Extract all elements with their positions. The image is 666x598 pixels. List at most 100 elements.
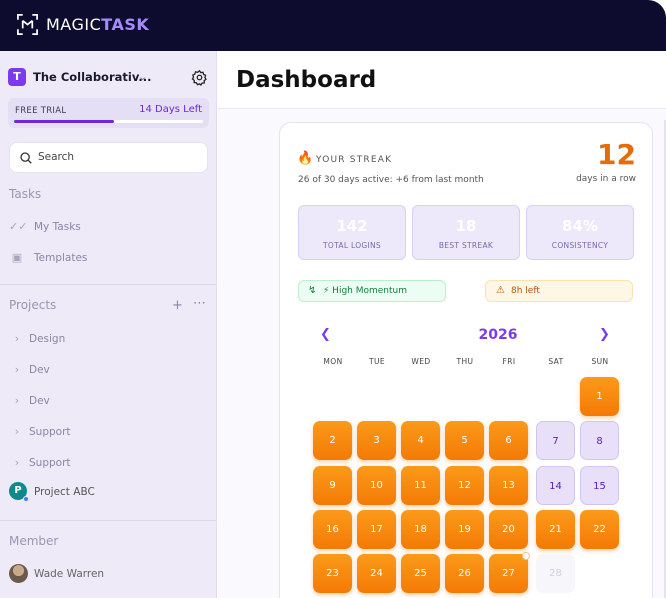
calendar-day[interactable]: 14 bbox=[536, 466, 575, 505]
calendar-day[interactable]: 18 bbox=[401, 510, 440, 549]
calendar-day[interactable]: 17 bbox=[357, 510, 396, 549]
calendar-day[interactable]: 27 bbox=[489, 554, 528, 593]
workspace-avatar: T bbox=[8, 68, 26, 86]
calendar-day[interactable]: 22 bbox=[580, 510, 619, 549]
weekday-label: FRI bbox=[502, 357, 516, 366]
chevron-right-icon: › bbox=[14, 363, 20, 376]
calendar-year: 2026 bbox=[478, 327, 518, 343]
top-bar: MAGICTASK bbox=[0, 0, 666, 51]
warning-icon: ⚠ bbox=[496, 285, 505, 296]
calendar-day[interactable]: 1 bbox=[580, 377, 619, 416]
project-item[interactable]: › Support bbox=[9, 455, 129, 473]
calendar-day[interactable]: 6 bbox=[489, 421, 528, 460]
sidebar-item-templates[interactable]: ▣ Templates bbox=[9, 250, 129, 268]
calendar-day[interactable]: 12 bbox=[445, 466, 484, 505]
calendar-day[interactable]: 21 bbox=[536, 510, 575, 549]
calendar-day[interactable]: 20 bbox=[489, 510, 528, 549]
calendar-day[interactable]: 3 bbox=[357, 421, 396, 460]
weekday-label: SUN bbox=[591, 357, 609, 366]
add-project-icon[interactable]: + bbox=[172, 298, 183, 313]
page-title: Dashboard bbox=[236, 67, 377, 93]
today-indicator bbox=[522, 552, 530, 560]
logo-text: MAGICTASK bbox=[46, 15, 150, 34]
calendar-day[interactable]: 28 bbox=[536, 554, 575, 593]
chevron-right-icon: › bbox=[14, 456, 20, 469]
stat-label: TOTAL LOGINS bbox=[323, 241, 381, 250]
fire-icon: 🔥 bbox=[297, 151, 314, 166]
calendar-day[interactable]: 25 bbox=[401, 554, 440, 593]
tasks-heading: Tasks bbox=[9, 187, 42, 201]
stat-value: 84% bbox=[562, 217, 598, 235]
weekday-label: SAT bbox=[548, 357, 564, 366]
project-item[interactable]: › Design bbox=[9, 331, 129, 349]
project-item[interactable]: › Dev bbox=[9, 393, 129, 411]
trial-days-left: 14 Days Left bbox=[139, 104, 202, 115]
project-item[interactable]: › Dev bbox=[9, 362, 129, 380]
sidebar-divider bbox=[0, 284, 217, 285]
project-item[interactable]: › Support bbox=[9, 424, 129, 442]
high-momentum-badge: ↯ ⚡ High Momentum bbox=[298, 280, 446, 302]
gear-icon[interactable] bbox=[191, 69, 208, 86]
streak-title: YOUR STREAK bbox=[316, 155, 393, 165]
trial-progress-bar bbox=[14, 120, 203, 123]
search-box[interactable] bbox=[9, 142, 208, 173]
calendar-day[interactable]: 15 bbox=[580, 466, 619, 505]
sidebar-divider bbox=[0, 520, 217, 521]
chevron-right-icon: › bbox=[14, 394, 20, 407]
template-icon: ▣ bbox=[11, 251, 23, 264]
member-heading: Member bbox=[9, 534, 59, 548]
calendar-day[interactable]: 24 bbox=[357, 554, 396, 593]
member-item[interactable]: Wade Warren bbox=[34, 566, 154, 584]
weekday-label: THU bbox=[456, 357, 474, 366]
calendar-day[interactable]: 26 bbox=[445, 554, 484, 593]
streak-subtitle: 26 of 30 days active: +6 from last month bbox=[298, 175, 484, 185]
sidebar-item-project-abc[interactable]: Project ABC bbox=[34, 484, 154, 502]
bolt-icon: ↯ bbox=[308, 285, 317, 296]
avatar bbox=[9, 564, 28, 583]
calendar-day[interactable]: 23 bbox=[313, 554, 352, 593]
calendar-day[interactable]: 13 bbox=[489, 466, 528, 505]
status-dot bbox=[23, 496, 29, 502]
stat-best-streak: 18 BEST STREAK bbox=[412, 205, 520, 260]
free-trial-banner[interactable]: FREE TRIAL 14 Days Left bbox=[8, 98, 209, 128]
calendar-day[interactable]: 7 bbox=[536, 421, 575, 460]
weekday-label: TUE bbox=[368, 357, 385, 366]
weekday-label: WED bbox=[411, 357, 431, 366]
trial-label: FREE TRIAL bbox=[15, 106, 67, 116]
chevron-right-icon: › bbox=[14, 332, 20, 345]
sidebar bbox=[0, 51, 217, 598]
stat-value: 142 bbox=[336, 217, 368, 235]
projects-heading: Projects bbox=[9, 298, 57, 312]
calendar-day[interactable]: 8 bbox=[580, 421, 619, 460]
search-icon bbox=[20, 152, 32, 164]
calendar-day[interactable]: 2 bbox=[313, 421, 352, 460]
streak-unit: days in a row bbox=[576, 174, 636, 184]
stat-label: BEST STREAK bbox=[438, 241, 494, 250]
search-input[interactable] bbox=[38, 151, 198, 163]
workspace-switcher[interactable]: T The Collaborativ... ⌄ bbox=[8, 68, 213, 90]
calendar-day[interactable]: 19 bbox=[445, 510, 484, 549]
time-left-badge: ⚠ 8h left bbox=[485, 280, 633, 302]
streak-count: 12 bbox=[597, 138, 636, 171]
check-icon: ✓✓ bbox=[9, 220, 28, 233]
weekday-label: MON bbox=[323, 357, 343, 366]
stat-total-logins: 142 TOTAL LOGINS bbox=[298, 205, 406, 260]
logo-icon bbox=[17, 14, 38, 35]
calendar-day[interactable]: 9 bbox=[313, 466, 352, 505]
calendar-day[interactable]: 4 bbox=[401, 421, 440, 460]
stat-value: 18 bbox=[455, 217, 477, 235]
chevron-down-icon[interactable]: ⌄ bbox=[138, 70, 147, 83]
chevron-right-icon[interactable]: ❯ bbox=[599, 327, 610, 342]
chevron-right-icon: › bbox=[14, 425, 20, 438]
chevron-left-icon[interactable]: ❮ bbox=[320, 327, 331, 342]
calendar-day[interactable]: 16 bbox=[313, 510, 352, 549]
stat-consistency: 84% CONSISTENCY bbox=[526, 205, 634, 260]
workspace-name: The Collaborativ... bbox=[33, 70, 152, 84]
calendar-day[interactable]: 11 bbox=[401, 466, 440, 505]
calendar-day[interactable]: 10 bbox=[357, 466, 396, 505]
trial-progress-fill bbox=[14, 120, 115, 123]
sidebar-item-my-tasks[interactable]: ✓✓ My Tasks bbox=[9, 219, 129, 237]
more-icon[interactable]: ⋯ bbox=[193, 296, 206, 311]
stat-label: CONSISTENCY bbox=[551, 241, 609, 250]
calendar-day[interactable]: 5 bbox=[445, 421, 484, 460]
